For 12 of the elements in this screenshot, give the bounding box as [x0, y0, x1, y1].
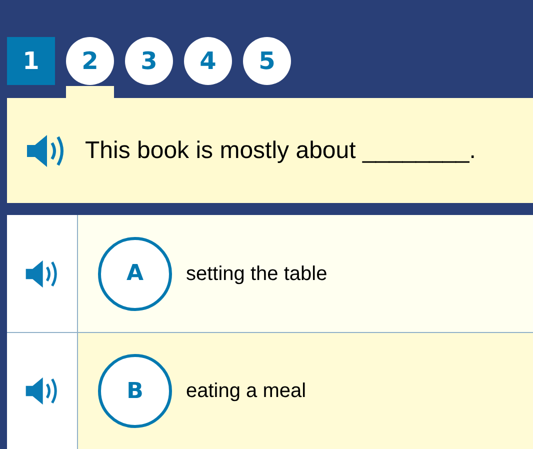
question-tab[interactable]: 2 [66, 37, 114, 85]
answer-text: setting the table [186, 262, 328, 286]
question-text: This book is mostly about ________. [85, 136, 476, 166]
answer-option[interactable]: A setting the table [78, 215, 533, 332]
question-tab[interactable]: 5 [243, 37, 291, 85]
question-tab[interactable]: 3 [125, 37, 173, 85]
answer-letter: B [98, 354, 172, 428]
answer-option[interactable]: B eating a meal [78, 333, 533, 449]
answer-letter: A [98, 236, 172, 310]
answer-text: eating a meal [186, 379, 306, 404]
question-tab[interactable]: 1 [7, 37, 55, 85]
question-tab[interactable]: 4 [184, 37, 232, 85]
